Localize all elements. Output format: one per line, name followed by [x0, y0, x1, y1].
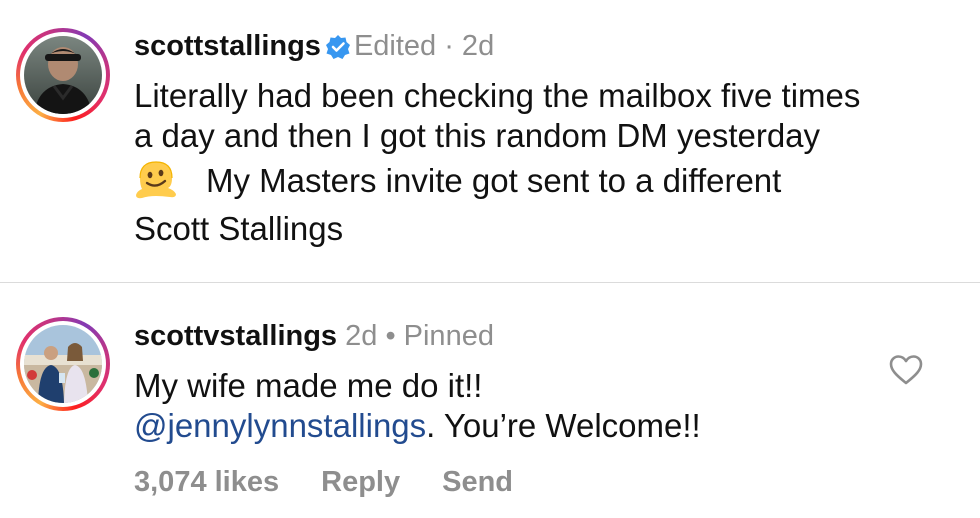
- comment-line: Scott Stallings: [134, 210, 344, 247]
- likes-count[interactable]: 3,074 likes: [134, 466, 279, 498]
- comment-meta: Edited · 2d: [353, 30, 495, 62]
- comment-text: Literally had been checking the mailbox …: [134, 76, 860, 249]
- comment-1: scottstallings Edited · 2d Literally had …: [0, 0, 980, 282]
- heart-outline-icon[interactable]: [889, 354, 923, 386]
- comment-actions: 3,074 likes Reply Send: [134, 466, 555, 499]
- comment-line: a day and then I got this random DM yest…: [134, 117, 821, 154]
- melting-face-emoji: [134, 156, 178, 209]
- comment-text: My wife made me do it!! @jennylynnstalli…: [134, 366, 701, 446]
- comment-2: scottvstallings 2d • Pinned My wife made…: [0, 283, 980, 518]
- comment-line: Literally had been checking the mailbox …: [134, 77, 861, 114]
- avatar-story-ring[interactable]: [16, 28, 110, 122]
- username[interactable]: scottvstallings: [134, 320, 337, 352]
- avatar[interactable]: [24, 36, 102, 114]
- send-button[interactable]: Send: [442, 466, 513, 498]
- comment-line: My wife made me do it!!: [134, 367, 483, 404]
- avatar[interactable]: [24, 325, 102, 403]
- comment-header: scottstallings Edited · 2d: [134, 29, 494, 68]
- mention-link[interactable]: @jennylynnstallings: [134, 407, 426, 444]
- username[interactable]: scottstallings: [134, 30, 321, 62]
- comment-meta: 2d • Pinned: [345, 320, 494, 352]
- verified-badge-icon: [325, 34, 351, 68]
- comment-line: @jennylynnstallings. You’re Welcome!!: [134, 407, 701, 444]
- comment-header: scottvstallings 2d • Pinned: [134, 319, 494, 353]
- avatar-story-ring[interactable]: [16, 317, 110, 411]
- comment-line-with-emoji: My Masters invite got sent to a differen…: [134, 156, 860, 209]
- reply-button[interactable]: Reply: [321, 466, 400, 498]
